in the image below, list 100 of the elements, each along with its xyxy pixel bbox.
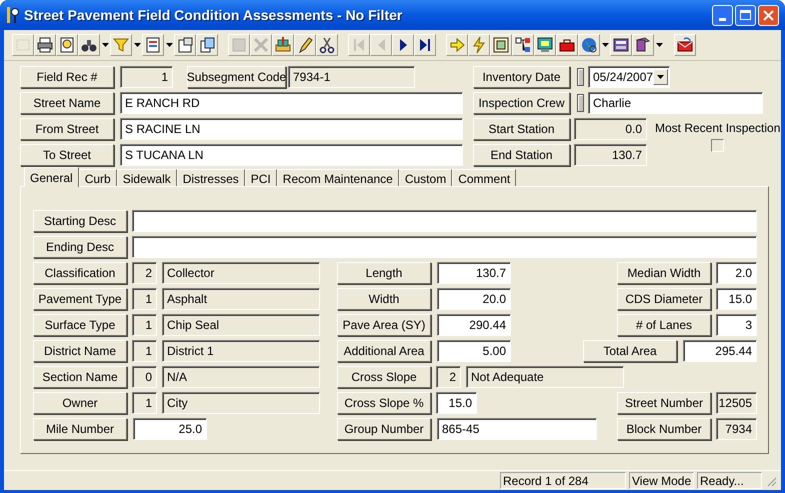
pencil-icon[interactable] [294,34,316,56]
field-label-button[interactable]: Inspection Crew [473,92,570,114]
tab[interactable]: Comment [452,169,516,186]
field-label-button[interactable]: Cross Slope % [337,392,431,414]
monitor-icon[interactable] [534,34,556,56]
input-field[interactable]: 0.0 [574,118,647,140]
field-label-button[interactable]: Pavement Type [33,288,127,310]
input-field[interactable]: Asphalt [162,288,320,310]
maximize-button[interactable] [735,4,756,26]
globe-icon[interactable] [578,34,600,56]
report-icon[interactable] [142,34,164,56]
field-label-button[interactable]: Ending Desc [33,236,127,258]
input-field[interactable]: 15.0 [436,392,477,414]
copy-icon[interactable] [196,34,218,56]
field-label-button[interactable]: Group Number [337,418,431,440]
field-label-button[interactable]: Street Name [20,92,114,114]
tree-diagram-icon[interactable] [512,34,534,56]
input-field[interactable]: 12505 [716,392,757,414]
field-label-button[interactable]: End Station [473,144,570,166]
scissors-icon[interactable] [316,34,338,56]
input-field[interactable]: 865-45 [437,418,597,440]
input-field[interactable]: Charlie [588,92,763,114]
input-field[interactable]: 0 [132,366,157,388]
toggle-handle[interactable] [577,68,584,86]
filter-icon[interactable] [110,34,132,56]
input-field[interactable]: 1 [132,392,157,414]
binoculars-icon[interactable] [78,34,100,56]
field-label-button[interactable]: Field Rec # [20,66,114,88]
input-field[interactable]: 2 [436,366,461,388]
input-field[interactable]: 15.0 [716,288,757,310]
stack-icon[interactable] [272,34,294,56]
field-label-button[interactable]: Starting Desc [33,210,127,232]
field-label-button[interactable]: Block Number [617,418,711,440]
input-field[interactable]: Collector [162,262,320,284]
input-field[interactable]: Chip Seal [162,314,320,336]
input-field[interactable]: 2 [132,262,157,284]
field-label-button[interactable]: Start Station [473,118,570,140]
field-label-button[interactable]: Width [337,288,431,310]
field-label-button[interactable]: Additional Area [337,340,431,362]
input-field[interactable]: 7934 [716,418,757,440]
last-record-icon[interactable] [414,34,436,56]
lightning-icon[interactable] [468,34,490,56]
input-field[interactable]: 25.0 [133,418,207,440]
arrow-right-icon[interactable] [446,34,468,56]
field-label-button[interactable]: Owner [33,392,127,414]
form-icon[interactable] [174,34,196,56]
next-record-icon[interactable] [392,34,414,56]
input-field[interactable]: 295.44 [683,340,757,362]
field-label-button[interactable]: Median Width [617,262,711,284]
input-field[interactable]: City [162,392,320,414]
envelope-icon[interactable] [674,34,696,56]
field-label-button[interactable]: Cross Slope [337,366,431,388]
input-field[interactable]: 130.7 [437,262,511,284]
input-field[interactable]: 2.0 [716,262,757,284]
printer-icon[interactable] [34,34,56,56]
field-label-button[interactable]: Mile Number [33,418,127,440]
tab[interactable]: Distresses [176,169,245,186]
first-record-icon[interactable] [348,34,370,56]
preview-icon[interactable] [56,34,78,56]
tab[interactable]: PCI [244,169,277,186]
input-field[interactable]: 3 [716,314,757,336]
input-field[interactable]: N/A [162,366,320,388]
input-field[interactable]: 1 [132,314,157,336]
toggle-handle[interactable] [577,94,584,112]
tab[interactable]: Custom [398,169,452,186]
input-field[interactable]: 130.7 [574,144,647,166]
tab[interactable]: Curb [78,169,117,186]
close-button[interactable] [758,4,779,26]
field-label-button[interactable]: Section Name [33,366,127,388]
field-label-button[interactable]: Surface Type [33,314,127,336]
field-label-button[interactable]: Subsegment Code [187,66,286,88]
save-icon[interactable] [228,34,250,56]
input-field[interactable]: 1 [120,66,173,88]
checkbox[interactable] [711,139,724,152]
tab[interactable]: Recom Maintenance [276,169,399,186]
date-dropdown[interactable]: 05/24/2007 [588,66,670,88]
input-field[interactable]: Not Adequate [466,366,624,388]
input-field[interactable]: 7934-1 [288,66,415,88]
input-field[interactable]: S TUCANA LN [120,144,463,166]
input-field[interactable] [132,236,757,258]
field-label-button[interactable]: District Name [33,340,127,362]
input-field[interactable]: District 1 [162,340,320,362]
tab[interactable]: Sidewalk [116,169,177,186]
input-field[interactable]: 5.00 [437,340,511,362]
field-label-button[interactable]: Inventory Date [473,66,570,88]
field-label-button[interactable]: To Street [20,144,114,166]
delete-icon[interactable] [250,34,272,56]
input-field[interactable]: 290.44 [437,314,511,336]
input-field[interactable]: 20.0 [437,288,511,310]
tab[interactable]: General [24,167,79,187]
input-field[interactable]: S RACINE LN [120,118,463,140]
input-field[interactable] [132,210,757,232]
resize-grip-icon[interactable] [765,474,777,486]
toolbox-icon[interactable] [556,34,578,56]
field-label-button[interactable]: Classification [33,262,127,284]
field-label-button[interactable]: Length [337,262,431,284]
field-label-button[interactable]: Street Number [617,392,711,414]
input-field[interactable]: 1 [132,288,157,310]
field-label-button[interactable]: CDS Diameter [617,288,711,310]
field-label-button[interactable]: # of Lanes [617,314,711,336]
